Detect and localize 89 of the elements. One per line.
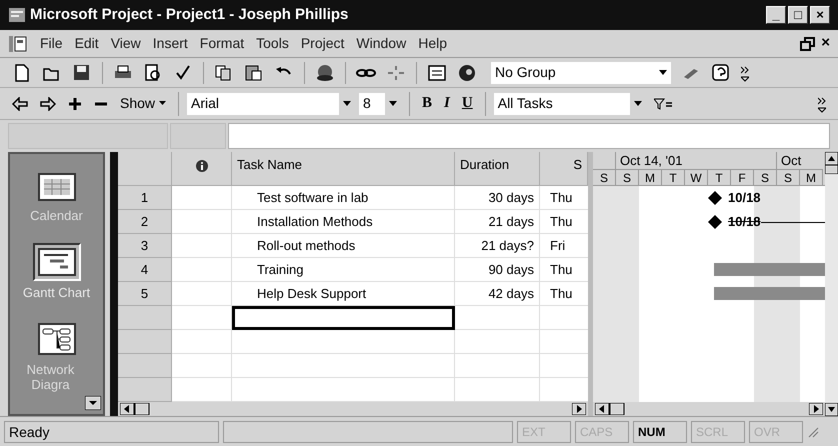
document-icon	[8, 34, 28, 52]
bold-button[interactable]: B	[422, 92, 432, 115]
entry-field[interactable]	[228, 123, 830, 149]
show-button[interactable]: Show	[120, 93, 166, 114]
underline-button[interactable]: U	[462, 92, 473, 115]
row-number[interactable]: 4	[118, 258, 172, 282]
table-cell: Training	[232, 258, 455, 282]
menu-item[interactable]: Insert	[152, 33, 188, 54]
scroll-right-icon[interactable]	[809, 403, 823, 415]
status-text: Ready	[4, 420, 219, 442]
row-number[interactable]: 3	[118, 234, 172, 258]
timescale-label: Oct 14, '01	[616, 152, 777, 169]
filter-field[interactable]: All Tasks	[494, 92, 630, 114]
row-number[interactable]: 1	[118, 186, 172, 210]
window-control-button[interactable]: □	[788, 6, 808, 24]
table-cell[interactable]	[232, 354, 455, 378]
menu-item[interactable]: File	[40, 33, 63, 54]
indicator-cell	[172, 234, 232, 258]
menu-item[interactable]: Tools	[256, 33, 289, 54]
table-cell: Installation Methods	[232, 210, 455, 234]
paste-icon[interactable]	[244, 62, 264, 82]
app-icon	[8, 7, 26, 23]
entry-button-area	[170, 123, 226, 149]
window-control-button[interactable]: ×	[810, 6, 830, 24]
menu-item[interactable]: Help	[418, 33, 447, 54]
menu-item[interactable]: Project	[300, 33, 344, 54]
window-control-button[interactable]: _	[766, 6, 786, 24]
font-size-field[interactable]: 8	[359, 92, 386, 114]
dropdown-arrow-icon[interactable]	[634, 100, 642, 106]
gantt-view-icon	[38, 248, 76, 276]
indicator-cell	[172, 186, 232, 210]
milestone-label: 10/18	[728, 215, 761, 229]
indicator-cell	[172, 306, 232, 330]
indicator-cell	[172, 282, 232, 306]
autofilter-icon[interactable]	[654, 98, 672, 110]
font-field[interactable]: Arial	[187, 92, 340, 114]
scroll-down-icon[interactable]	[825, 403, 838, 416]
indicator-cell	[172, 258, 232, 282]
close-button[interactable]: ×	[821, 32, 830, 55]
menu-item[interactable]: View	[110, 33, 141, 54]
table-cell: 21 days?	[455, 234, 540, 258]
scroll-up-icon[interactable]	[825, 152, 838, 174]
calendar-view-icon	[38, 173, 76, 201]
dropdown-arrow-icon	[659, 70, 667, 76]
group-dropdown[interactable]: No Group	[491, 62, 671, 84]
table-cell: 42 days	[455, 282, 540, 306]
row-number[interactable]: 2	[118, 210, 172, 234]
scroll-left-icon[interactable]	[595, 403, 625, 415]
indicator-cell	[172, 330, 232, 354]
table-cell: Help Desk Support	[232, 282, 455, 306]
dropdown-arrow-icon[interactable]	[343, 100, 352, 106]
save-icon[interactable]	[72, 62, 92, 82]
resize-grip-icon[interactable]	[807, 426, 819, 438]
help-icon[interactable]	[711, 62, 731, 82]
caret-icon	[159, 101, 166, 106]
scroll-right-icon[interactable]	[572, 403, 586, 415]
menu-item[interactable]: Edit	[74, 33, 99, 54]
menu-item[interactable]: Window	[356, 33, 406, 54]
table-cell: 90 days	[455, 258, 540, 282]
status-indicator: NUM	[633, 420, 687, 442]
milestone-icon	[708, 215, 722, 229]
column-header[interactable]: Task Name	[232, 152, 455, 186]
column-header[interactable]	[172, 152, 232, 186]
right-arrow-icon[interactable]	[40, 96, 56, 110]
indicator-cell	[172, 354, 232, 378]
table-cell[interactable]	[232, 330, 455, 354]
plus-icon[interactable]	[68, 96, 82, 110]
row-number[interactable]: 5	[118, 282, 172, 306]
dropdown-arrow-icon[interactable]	[389, 100, 398, 106]
timescale-label: Oct	[780, 152, 802, 169]
indicator-cell	[172, 210, 232, 234]
window-title: Microsoft Project - Project1 - Joseph Phillips	[30, 4, 350, 25]
milestone-label: 10/18	[728, 191, 761, 205]
table-cell: Test software in lab	[232, 186, 455, 210]
italic-button[interactable]: I	[444, 92, 450, 115]
table-cell: 21 days	[455, 210, 540, 234]
milestone-icon	[708, 191, 722, 205]
info-icon	[196, 160, 208, 172]
selected-cell[interactable]	[232, 306, 455, 330]
table-cell: Roll-out methods	[232, 234, 455, 258]
scroll-down-icon[interactable]	[85, 396, 101, 410]
network-diagram-icon	[38, 323, 76, 355]
restore-icon[interactable]	[799, 36, 818, 52]
menu-item[interactable]: Format	[200, 33, 244, 54]
left-arrow-icon[interactable]	[12, 96, 28, 110]
scroll-left-icon[interactable]	[120, 403, 150, 415]
column-header[interactable]: Duration	[455, 152, 540, 186]
task-information-icon[interactable]	[427, 62, 447, 82]
table-cell: 30 days	[455, 186, 540, 210]
